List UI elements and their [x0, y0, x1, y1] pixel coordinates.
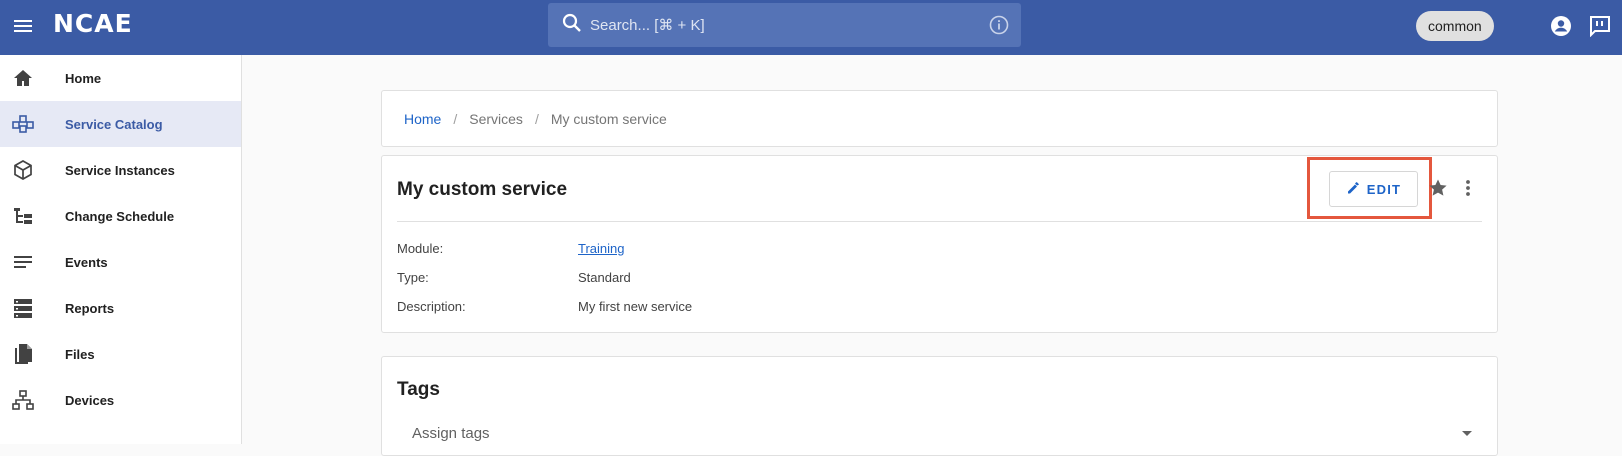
sidebar-item-label: Files	[65, 346, 95, 362]
sidebar-item-label: Service Instances	[65, 162, 175, 178]
home-icon	[12, 67, 34, 89]
service-details-card: My custom service EDIT Module: Training …	[381, 155, 1498, 333]
info-icon[interactable]	[989, 15, 1009, 40]
sidebar-item-label: Reports	[65, 300, 115, 316]
edit-button-label: EDIT	[1366, 181, 1402, 197]
star-icon[interactable]	[1428, 178, 1448, 203]
feedback-icon[interactable]	[1589, 15, 1611, 42]
search-icon	[562, 13, 582, 38]
breadcrumb-current: My custom service	[550, 110, 667, 127]
divider	[397, 221, 1482, 222]
sidebar-item-devices[interactable]: Devices	[0, 377, 241, 423]
module-link[interactable]: Training	[578, 241, 624, 256]
service-catalog-icon	[12, 113, 34, 135]
account-circle-icon[interactable]	[1550, 15, 1572, 42]
tags-card: Tags Assign tags	[381, 356, 1498, 456]
edit-button[interactable]: EDIT	[1329, 171, 1418, 207]
detail-key: Description:	[397, 299, 466, 314]
top-app-bar: NCAE common	[0, 0, 1622, 55]
breadcrumb-separator: /	[453, 110, 458, 127]
search-input[interactable]	[590, 16, 970, 34]
network-icon	[12, 389, 34, 411]
detail-value: Standard	[578, 270, 631, 285]
detail-value: My first new service	[578, 299, 693, 314]
dropdown-arrow-icon	[1462, 431, 1472, 436]
app-logo[interactable]: NCAE	[53, 9, 133, 38]
sidebar-item-label: Devices	[65, 392, 115, 408]
breadcrumb-services[interactable]: Services	[469, 111, 523, 127]
page-title: My custom service	[397, 179, 568, 200]
sidebar-item-home[interactable]: Home	[0, 55, 241, 101]
breadcrumb-home-link[interactable]: Home	[404, 111, 441, 127]
sidebar-item-label: Service Catalog	[65, 116, 163, 132]
sidebar: Home Service Catalog Service Instances C…	[0, 55, 242, 444]
breadcrumb: Home / Services / My custom service	[381, 90, 1498, 147]
sidebar-item-files[interactable]: Files	[0, 331, 241, 377]
cube-icon	[12, 159, 34, 181]
file-copy-icon	[12, 343, 34, 365]
sidebar-item-label: Home	[65, 70, 102, 86]
tree-icon	[12, 205, 34, 227]
detail-key: Type:	[397, 270, 429, 285]
tags-title: Tags	[397, 379, 440, 400]
context-chip[interactable]: common	[1416, 11, 1494, 41]
sidebar-item-change-schedule[interactable]: Change Schedule	[0, 193, 241, 239]
sidebar-item-label: Change Schedule	[65, 208, 175, 224]
sidebar-item-service-instances[interactable]: Service Instances	[0, 147, 241, 193]
menu-icon[interactable]	[12, 15, 34, 37]
storage-icon	[12, 297, 34, 319]
sidebar-item-label: Events	[65, 254, 108, 270]
sidebar-item-reports[interactable]: Reports	[0, 285, 241, 331]
sidebar-item-service-catalog[interactable]: Service Catalog	[0, 101, 241, 147]
assign-tags-placeholder: Assign tags	[412, 425, 490, 442]
sidebar-item-events[interactable]: Events	[0, 239, 241, 285]
lines-icon	[12, 251, 34, 273]
more-vert-icon[interactable]	[1458, 178, 1478, 203]
pencil-icon	[1346, 180, 1361, 198]
detail-key: Module:	[397, 241, 444, 256]
breadcrumb-separator: /	[534, 110, 539, 127]
search-bar[interactable]	[548, 3, 1021, 47]
